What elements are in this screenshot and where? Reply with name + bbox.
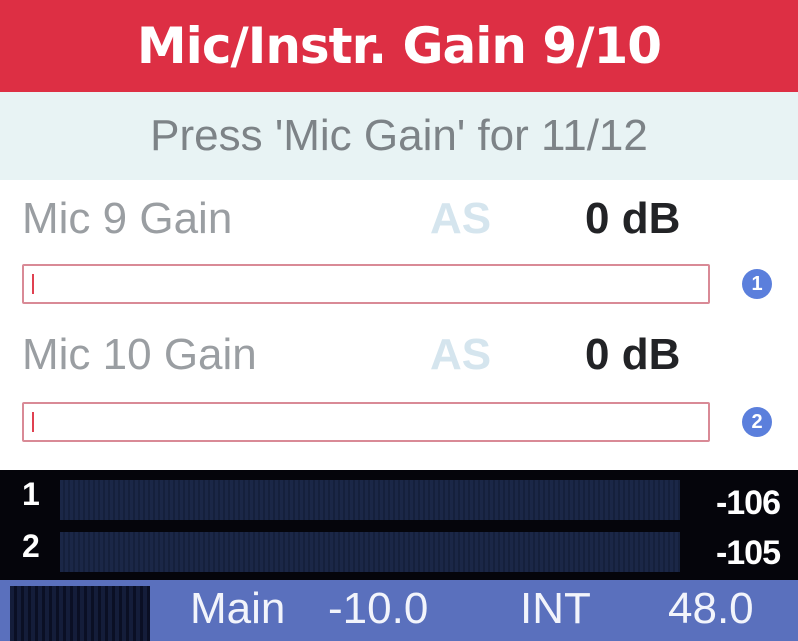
mic-10-autoset-indicator: AS <box>430 330 492 379</box>
int-label: INT <box>520 584 591 633</box>
meter-1-number: 1 <box>22 476 40 512</box>
status-bar: Main -10.0 INT 48.0 <box>0 580 798 641</box>
meter-1-value: -106 <box>715 484 781 522</box>
mic-10-gain-value: 0 dB <box>585 330 681 379</box>
mic-9-gain-slider[interactable] <box>22 264 710 304</box>
mic-10-gain-fill <box>32 412 34 432</box>
knob-2-icon: 2 <box>742 407 772 437</box>
mic-9-gain-label: Mic 9 Gain <box>22 194 233 243</box>
mic-9-gain-value: 0 dB <box>585 194 681 243</box>
mic-10-gain-label: Mic 10 Gain <box>22 330 257 379</box>
mic-10-gain-slider[interactable] <box>22 402 710 442</box>
knob-1-icon: 1 <box>742 269 772 299</box>
meter-1-bar <box>60 480 680 520</box>
instruction-label: Press 'Mic Gain' for 11/12 <box>150 111 648 160</box>
mic-9-gain-fill <box>32 274 34 294</box>
page-title-text: Mic/Instr. Gain 9/10 <box>136 17 662 75</box>
mic-9-autoset-indicator: AS <box>430 194 492 243</box>
instruction-text: Press 'Mic Gain' for 11/12 <box>0 92 798 180</box>
knob-2-number: 2 <box>751 410 763 433</box>
page-title: Mic/Instr. Gain 9/10 <box>0 0 798 92</box>
meter-2-number: 2 <box>22 528 40 564</box>
knob-1-number: 1 <box>751 272 763 295</box>
level-meters: 1 -106 2 -105 <box>0 470 798 580</box>
meter-2-bar <box>60 532 680 572</box>
gain-panel: Mic 9 Gain AS 0 dB 1 Mic 10 Gain AS 0 dB… <box>0 180 798 470</box>
int-value: 48.0 <box>668 584 754 633</box>
main-label: Main <box>190 584 286 633</box>
meter-2-value: -105 <box>715 534 781 572</box>
main-level-meter <box>10 586 150 641</box>
main-value: -10.0 <box>328 584 429 633</box>
